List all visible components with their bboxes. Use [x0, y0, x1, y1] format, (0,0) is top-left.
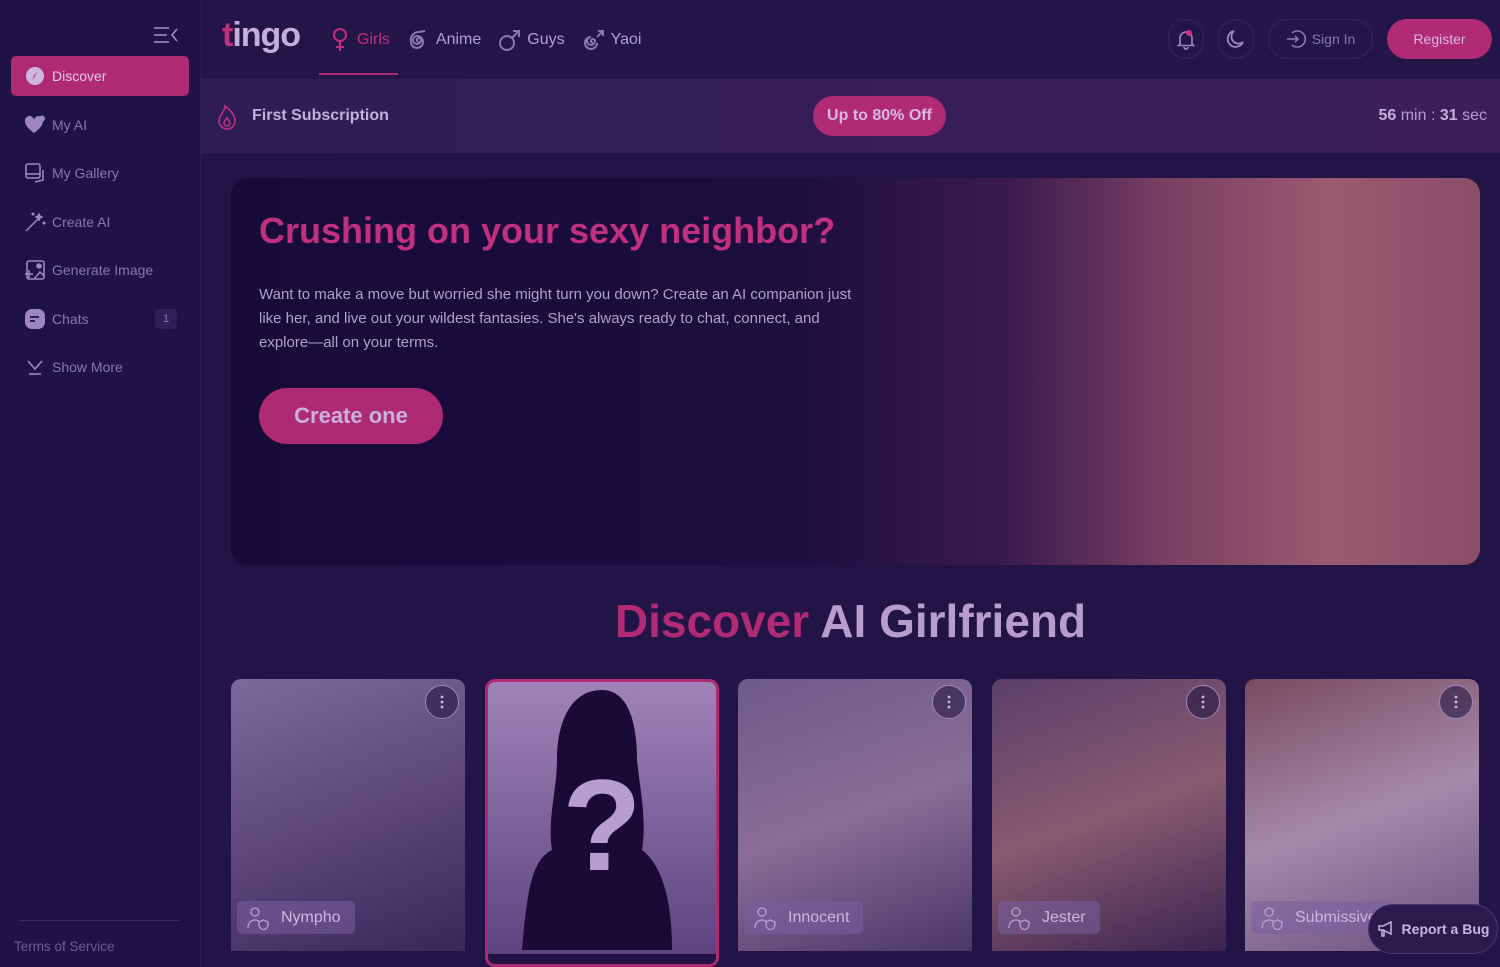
hero-banner: Crushing on your sexy neighbor? Want to … — [231, 178, 1480, 565]
sidebar-item-generate-image[interactable]: Generate Image — [11, 250, 189, 290]
sidebar-item-create-ai[interactable]: Create AI — [11, 202, 189, 242]
notifications-button[interactable] — [1168, 19, 1204, 59]
gallery-icon — [24, 162, 46, 184]
tab-yaoi[interactable]: Yaoi — [573, 0, 650, 79]
character-card[interactable]: Jester — [992, 679, 1226, 967]
report-bug-button[interactable]: Report a Bug — [1368, 904, 1498, 954]
sidebar-item-label: Chats — [52, 310, 89, 327]
countdown-timer: 56 min : 31 sec — [1378, 107, 1487, 124]
user-shield-icon — [1008, 906, 1030, 930]
more-vertical-icon — [947, 695, 951, 709]
user-shield-icon — [247, 906, 269, 930]
female-icon — [327, 27, 353, 53]
character-label: Jester — [998, 901, 1100, 934]
tab-guys[interactable]: Guys — [489, 0, 572, 79]
chats-count-badge: 1 — [155, 308, 177, 329]
character-card[interactable]: Nympho — [231, 679, 465, 967]
create-one-button[interactable]: Create one — [259, 388, 443, 444]
sidebar-item-label: Discover — [52, 68, 107, 84]
menu-collapse-icon — [154, 27, 178, 43]
notification-dot — [1186, 30, 1192, 36]
sign-in-icon — [1286, 29, 1306, 49]
mystery-silhouette: ? — [488, 682, 716, 954]
sidebar-nav: Discover My AI My Gallery Create AI Gene… — [11, 56, 189, 396]
promo-title: First Subscription — [252, 107, 389, 124]
sidebar-item-my-gallery[interactable]: My Gallery — [11, 153, 189, 193]
sidebar-item-label: Show More — [52, 359, 123, 375]
chevron-down-icon — [24, 356, 46, 378]
promo-banner: First Subscription Up to 80% Off 56 min … — [201, 79, 1500, 153]
tab-anime[interactable]: Anime — [398, 0, 489, 79]
user-shield-icon — [754, 906, 776, 930]
compass-icon — [24, 65, 46, 87]
heart-icon — [24, 114, 46, 136]
card-menu-button[interactable] — [932, 685, 966, 719]
character-card-mystery[interactable]: ? — [485, 679, 719, 967]
megaphone-icon — [1377, 920, 1395, 938]
hero-description: Want to make a move but worried she migh… — [259, 286, 852, 351]
logo[interactable]: tingo — [222, 16, 301, 55]
magic-wand-icon — [24, 211, 46, 233]
character-label: Innocent — [744, 901, 864, 934]
swirl-icon — [406, 27, 432, 53]
sign-in-button[interactable]: Sign In — [1268, 19, 1373, 59]
image-plus-icon — [24, 259, 46, 281]
discount-button[interactable]: Up to 80% Off — [813, 96, 946, 136]
sidebar-item-label: Create AI — [52, 213, 111, 230]
swirl-male-icon — [581, 27, 607, 53]
moon-icon — [1226, 30, 1244, 48]
fire-icon — [217, 104, 237, 135]
sidebar-item-label: My Gallery — [52, 165, 119, 181]
sidebar-item-label: Generate Image — [52, 262, 154, 278]
card-menu-button[interactable] — [1439, 685, 1473, 719]
character-grid: Nympho ? Innocent Jester Submissive — [231, 679, 1480, 967]
collapse-sidebar-button[interactable] — [153, 26, 179, 44]
hero-image-placeholder — [931, 178, 1480, 565]
sidebar-item-my-ai[interactable]: My AI — [11, 105, 189, 145]
tab-girls[interactable]: Girls — [319, 0, 398, 79]
character-label: Nympho — [237, 901, 355, 934]
card-menu-button[interactable] — [425, 685, 459, 719]
chat-icon — [24, 308, 46, 330]
top-bar: tingo Girls Anime Guys Yaoi Sign In Regi… — [201, 0, 1500, 79]
more-vertical-icon — [440, 695, 444, 709]
male-icon — [497, 27, 523, 53]
category-tabs: Girls Anime Guys Yaoi — [319, 0, 649, 79]
sidebar-item-discover[interactable]: Discover — [11, 56, 189, 96]
sidebar: Discover My AI My Gallery Create AI Gene… — [0, 0, 201, 967]
section-title: Discover AI Girlfriend — [614, 595, 1087, 647]
sidebar-item-chats[interactable]: Chats 1 — [11, 299, 189, 339]
hero-title: Crushing on your sexy neighbor? — [259, 210, 836, 251]
theme-toggle-button[interactable] — [1218, 19, 1254, 59]
register-button[interactable]: Register — [1387, 19, 1492, 59]
question-mark-icon: ? — [562, 752, 641, 898]
sidebar-item-show-more[interactable]: Show More — [11, 347, 189, 387]
sidebar-divider — [19, 920, 180, 921]
terms-of-service-link[interactable]: Terms of Service — [14, 939, 115, 954]
more-vertical-icon — [1454, 695, 1458, 709]
more-vertical-icon — [1201, 695, 1205, 709]
character-card[interactable]: Innocent — [738, 679, 972, 967]
user-shield-icon — [1261, 906, 1283, 930]
sidebar-item-label: My AI — [52, 116, 88, 133]
card-menu-button[interactable] — [1186, 685, 1220, 719]
